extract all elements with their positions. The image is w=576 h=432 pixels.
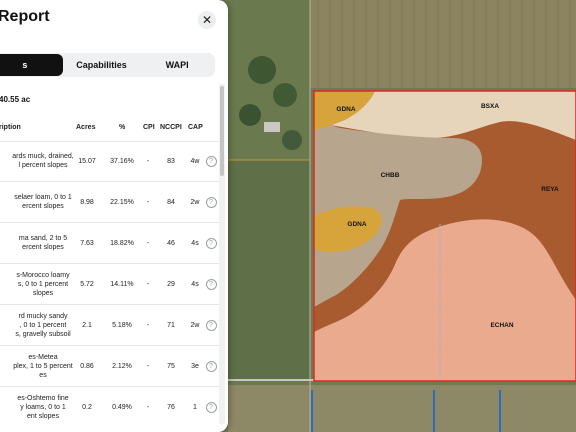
row-pct: 18.82% — [110, 239, 134, 247]
table-row[interactable]: selaer loam, 0 to 1 ercent slopes 8.98 22… — [0, 182, 224, 222]
row-cpi: - — [146, 403, 150, 411]
tab-soils[interactable]: s — [0, 54, 63, 76]
row-cpi: - — [146, 239, 150, 247]
row-acres: 0.2 — [82, 403, 92, 411]
col-pct: % — [119, 124, 126, 131]
question-circle-icon[interactable]: ? — [205, 401, 217, 413]
question-circle-icon[interactable]: ? — [205, 278, 217, 290]
soil-label-chbb: CHBB — [381, 172, 400, 179]
question-circle-icon[interactable]: ? — [205, 155, 217, 167]
total-acres: 40.55 ac — [0, 95, 31, 104]
soil-label-bsxa: BSXA — [481, 103, 499, 110]
field-bottom — [228, 385, 576, 432]
question-circle-icon[interactable]: ? — [205, 360, 217, 372]
row-cpi: - — [146, 157, 150, 165]
table-header: ription Acres % CPI NCCPI CAP — [0, 124, 224, 134]
house-roof — [264, 122, 280, 132]
row-cap: 2w — [190, 198, 200, 206]
question-circle-icon[interactable]: ? — [205, 196, 217, 208]
tab-capabilities[interactable]: Capabilities — [64, 53, 140, 77]
row-acres: 15.07 — [78, 157, 96, 165]
row-nccpi: 84 — [167, 198, 175, 206]
panel-scrollbar[interactable] — [219, 84, 225, 424]
panel-title: Report — [0, 8, 50, 25]
row-nccpi: 29 — [167, 280, 175, 288]
row-cpi: - — [146, 362, 150, 370]
table-row[interactable]: ards muck, drained, l percent slopes 15.0… — [0, 141, 224, 181]
tree-cluster — [282, 130, 302, 150]
col-cpi: CPI — [143, 124, 155, 131]
tab-wapi[interactable]: WAPI — [139, 53, 215, 77]
question-circle-icon[interactable]: ? — [205, 319, 217, 331]
row-pct: 37.16% — [110, 157, 134, 165]
row-cpi: - — [146, 321, 150, 329]
close-button[interactable]: ✕ — [198, 11, 216, 29]
row-nccpi: 46 — [167, 239, 175, 247]
row-cap: 3e — [191, 362, 199, 370]
row-pct: 22.15% — [110, 198, 134, 206]
soil-label-gdna-top: GDNA — [336, 106, 355, 113]
tree-cluster — [239, 104, 261, 126]
row-acres: 7.63 — [80, 239, 94, 247]
soil-report-panel: Report ✕ s Capabilities WAPI 40.55 ac ri… — [0, 0, 228, 432]
row-pct: 14.11% — [110, 280, 134, 288]
row-cap: 4s — [191, 239, 199, 247]
row-nccpi: 71 — [167, 321, 175, 329]
col-acres: Acres — [76, 124, 96, 131]
soil-label-reya: REYA — [541, 186, 559, 193]
row-cap: 1 — [193, 403, 197, 411]
col-cap: CAP — [188, 124, 203, 131]
field-top-right — [310, 0, 576, 88]
soil-label-gdna-left: GDNA — [347, 221, 366, 228]
report-tabs: s Capabilities WAPI — [0, 53, 215, 77]
row-cap: 2w — [190, 321, 200, 329]
row-pct: 5.18% — [112, 321, 132, 329]
table-row[interactable]: es-Metea plex, 1 to 5 percent es 0.86 2.12… — [0, 346, 224, 386]
row-cpi: - — [146, 280, 150, 288]
tree-cluster — [248, 56, 276, 84]
row-nccpi: 75 — [167, 362, 175, 370]
row-cap: 4s — [191, 280, 199, 288]
table-row[interactable]: es-Oshtemo fine y loams, 0 to 1 ent slopes… — [0, 387, 224, 427]
row-acres: 0.86 — [80, 362, 94, 370]
col-nccpi: NCCPI — [160, 124, 182, 131]
table-row[interactable]: rd mucky sandy, 0 to 1 percent s, gravell… — [0, 305, 224, 345]
scrollbar-thumb[interactable] — [220, 86, 224, 176]
row-pct: 0.49% — [112, 403, 132, 411]
soil-label-echan: ECHAN — [490, 322, 513, 329]
row-cpi: - — [146, 198, 150, 206]
table-row[interactable]: s-Morocco loamy s, 0 to 1 percent slopes 5… — [0, 264, 224, 304]
row-pct: 2.12% — [112, 362, 132, 370]
row-acres: 8.98 — [80, 198, 94, 206]
row-nccpi: 76 — [167, 403, 175, 411]
table-row[interactable]: ma sand, 2 to 5 ercent slopes 7.63 18.82%… — [0, 223, 224, 263]
col-description: ription — [0, 124, 21, 131]
tree-cluster — [273, 83, 297, 107]
row-cap: 4w — [190, 157, 200, 165]
row-acres: 5.72 — [80, 280, 94, 288]
row-nccpi: 83 — [167, 157, 175, 165]
field-left-lower — [228, 160, 310, 380]
question-circle-icon[interactable]: ? — [205, 237, 217, 249]
row-acres: 2.1 — [82, 321, 92, 329]
close-icon: ✕ — [201, 13, 213, 27]
